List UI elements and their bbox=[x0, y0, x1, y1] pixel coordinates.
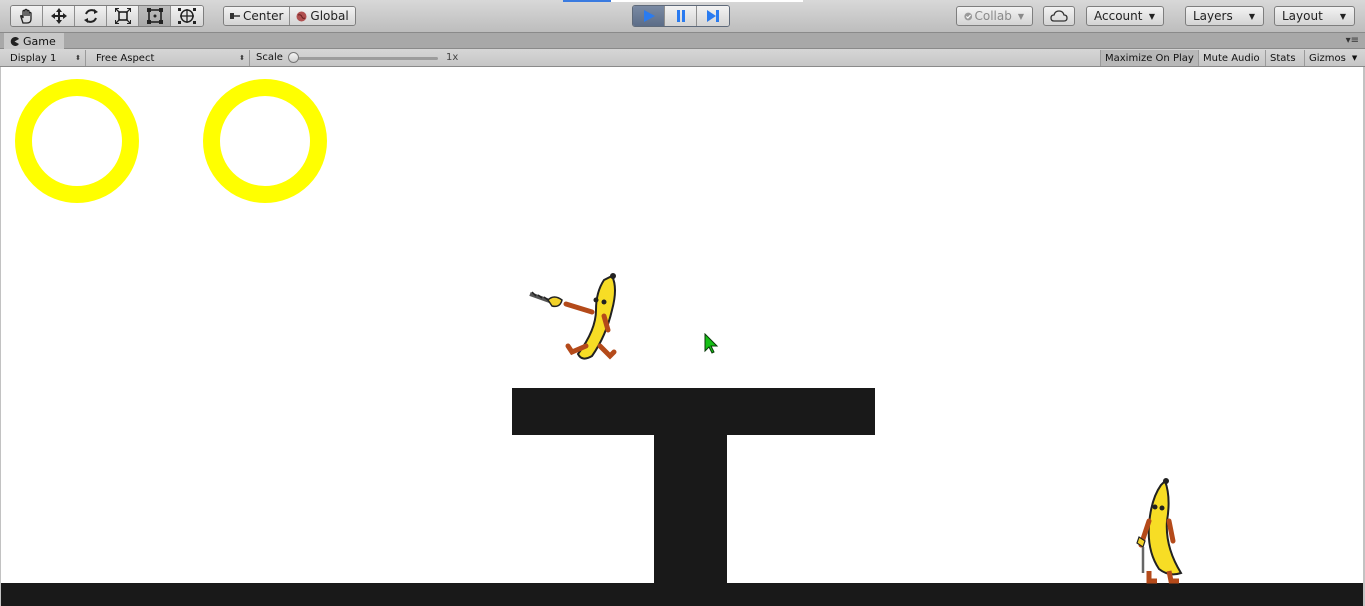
display-select[interactable]: Display 1 ⬍ bbox=[4, 50, 86, 66]
account-label: Account bbox=[1094, 9, 1143, 23]
account-dropdown[interactable]: Account ▼ bbox=[1086, 6, 1164, 26]
cloud-button[interactable] bbox=[1043, 6, 1075, 26]
progress-strip bbox=[563, 0, 611, 2]
rect-tool-button[interactable] bbox=[139, 6, 171, 26]
layers-dropdown[interactable]: Layers ▼ bbox=[1185, 6, 1264, 26]
updown-icon: ⬍ bbox=[239, 54, 245, 62]
banana-player-sprite bbox=[529, 273, 617, 360]
pivot-toggle-group: Center Global bbox=[223, 6, 356, 26]
mute-audio-label: Mute Audio bbox=[1203, 52, 1260, 64]
mouse-cursor-icon bbox=[704, 333, 719, 354]
maximize-on-play-label: Maximize On Play bbox=[1105, 52, 1194, 64]
globe-icon bbox=[296, 11, 307, 21]
tab-game-label: Game bbox=[23, 34, 56, 48]
chevron-down-icon: ▼ bbox=[1339, 11, 1346, 21]
game-viewport[interactable] bbox=[1, 67, 1363, 606]
ground bbox=[1, 583, 1363, 606]
main-toolbar: Center Global Collab ▼ Account ▼ Layers … bbox=[0, 0, 1365, 33]
platform-stem bbox=[654, 433, 727, 606]
check-icon bbox=[964, 12, 973, 20]
layout-label: Layout bbox=[1282, 9, 1323, 23]
layout-dropdown[interactable]: Layout ▼ bbox=[1274, 6, 1355, 26]
pause-button[interactable] bbox=[665, 6, 697, 26]
rotate-tool-button[interactable] bbox=[75, 6, 107, 26]
layers-label: Layers bbox=[1193, 9, 1233, 23]
pivot-global-button[interactable]: Global bbox=[290, 7, 355, 25]
scale-tool-button[interactable] bbox=[107, 6, 139, 26]
pacman-icon bbox=[10, 36, 19, 46]
transform-icon bbox=[178, 8, 196, 24]
scale-slider-track[interactable] bbox=[292, 57, 438, 60]
scale-icon bbox=[114, 8, 131, 24]
pivot-global-label: Global bbox=[310, 9, 349, 23]
pause-icon bbox=[676, 10, 685, 22]
play-icon bbox=[643, 10, 655, 22]
step-icon bbox=[707, 10, 719, 22]
display-select-value: Display 1 bbox=[10, 52, 57, 64]
pivot-center-icon bbox=[230, 13, 240, 19]
hand-tool-button[interactable] bbox=[11, 6, 43, 26]
scale-slider-thumb[interactable] bbox=[288, 52, 299, 63]
play-button[interactable] bbox=[633, 6, 665, 26]
rotate-icon bbox=[83, 9, 98, 23]
mute-audio-toggle[interactable]: Mute Audio bbox=[1198, 50, 1264, 66]
pivot-center-button[interactable]: Center bbox=[224, 7, 291, 25]
step-button[interactable] bbox=[697, 6, 729, 26]
stats-toggle[interactable]: Stats bbox=[1265, 50, 1300, 66]
maximize-on-play-toggle[interactable]: Maximize On Play bbox=[1100, 50, 1198, 66]
ring-1 bbox=[15, 79, 139, 203]
platform-top bbox=[512, 388, 875, 435]
gizmos-dropdown[interactable]: Gizmos ▼ bbox=[1304, 50, 1362, 66]
game-tab-bar: Game ▾≡ bbox=[0, 33, 1365, 49]
stats-label: Stats bbox=[1270, 52, 1296, 64]
game-view-toolbar: Display 1 ⬍ Free Aspect ⬍ Scale 1x Maxim… bbox=[0, 49, 1365, 67]
chevron-down-icon: ▼ bbox=[1248, 11, 1255, 21]
banana-enemy-sprite bbox=[1136, 478, 1183, 584]
aspect-select-value: Free Aspect bbox=[96, 52, 155, 64]
collab-label: Collab bbox=[974, 9, 1012, 23]
tab-game[interactable]: Game bbox=[4, 33, 64, 49]
scale-value: 1x bbox=[446, 52, 459, 63]
transform-tools bbox=[10, 5, 204, 27]
pivot-center-label: Center bbox=[243, 9, 284, 23]
chevron-down-icon: ▼ bbox=[1148, 11, 1155, 21]
updown-icon: ⬍ bbox=[75, 54, 81, 62]
hand-icon bbox=[19, 8, 32, 24]
move-tool-button[interactable] bbox=[43, 6, 75, 26]
chevron-down-icon: ▼ bbox=[1017, 11, 1024, 21]
progress-strip-track bbox=[611, 0, 803, 2]
rect-icon bbox=[146, 8, 163, 24]
tab-menu-icon[interactable]: ▾≡ bbox=[1346, 35, 1359, 46]
gizmos-label: Gizmos bbox=[1309, 52, 1346, 64]
move-icon bbox=[50, 8, 67, 24]
chevron-down-icon: ▼ bbox=[1351, 54, 1358, 62]
collab-dropdown[interactable]: Collab ▼ bbox=[956, 6, 1033, 26]
ring-2 bbox=[203, 79, 327, 203]
cloud-icon bbox=[1050, 10, 1068, 22]
transform-tool-button[interactable] bbox=[171, 6, 203, 26]
scale-label: Scale bbox=[256, 52, 283, 63]
aspect-select[interactable]: Free Aspect ⬍ bbox=[90, 50, 250, 66]
playback-controls bbox=[632, 5, 730, 27]
